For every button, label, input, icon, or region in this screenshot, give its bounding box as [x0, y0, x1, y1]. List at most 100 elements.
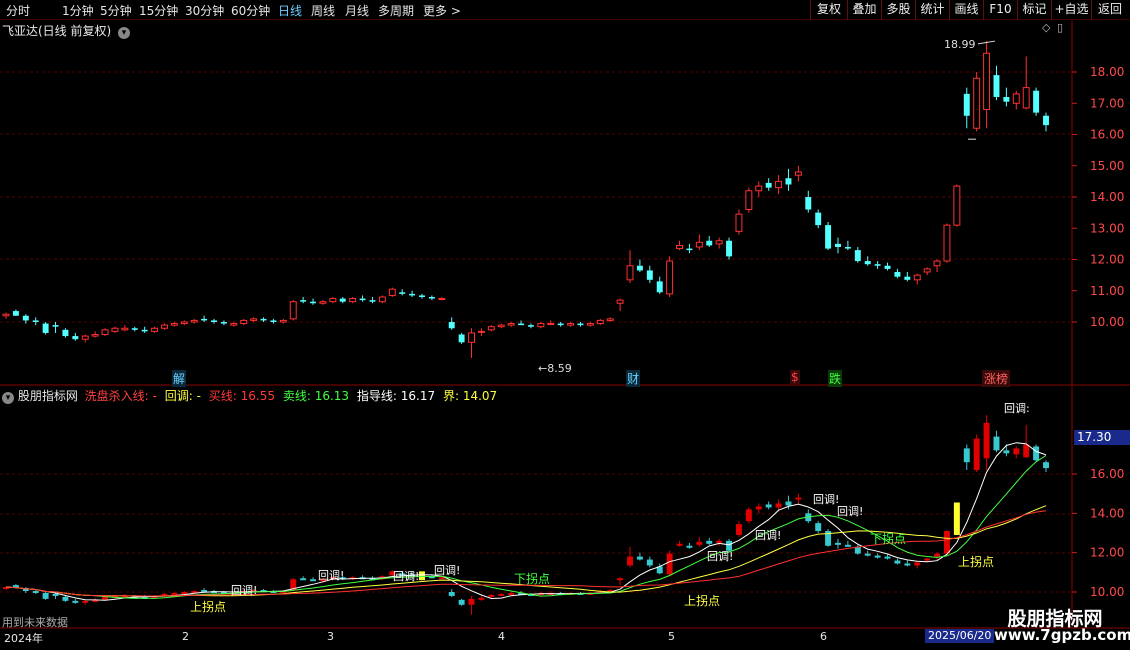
candle-body — [81, 335, 89, 340]
indicator-bar — [914, 562, 921, 566]
indicator-bar — [716, 540, 723, 543]
candle-body — [487, 326, 495, 331]
candle-body — [963, 93, 970, 116]
signal-pullback-short: 回调: — [1004, 402, 1030, 415]
price-tick-label: 13.00 — [1090, 221, 1124, 235]
indicator-bar — [646, 559, 653, 566]
indicator-bar — [627, 556, 633, 566]
indicator-bar — [300, 578, 307, 581]
candle-body — [458, 334, 465, 343]
candle-body — [310, 301, 317, 304]
chevron-down-icon[interactable]: ▾ — [2, 392, 14, 404]
indicator-bar — [82, 600, 89, 603]
time-axis-label: 3 — [327, 630, 334, 643]
signal-up-turn: 上拐点 — [958, 555, 995, 569]
indicator-bar — [478, 597, 485, 600]
candle-body — [755, 185, 763, 192]
candle-body — [695, 241, 703, 248]
candle-body — [448, 322, 455, 329]
guide-value: 16.17 — [400, 389, 436, 403]
indicator-header: ▾ 股朋指标网 洗盘杀入线: - 回调: - 买线: 16.55 卖线: 16.… — [2, 387, 497, 404]
indicator-bar — [448, 592, 455, 596]
sell-label: 卖线: — [282, 389, 311, 403]
candle-body — [874, 264, 881, 266]
indicator-field-pullback: 回调: - — [165, 389, 201, 403]
indicator-bar — [1013, 448, 1020, 455]
candle-body — [616, 299, 624, 304]
candle-body — [329, 298, 337, 303]
candle-body — [794, 171, 802, 176]
event-label-unlock[interactable]: 解 — [172, 370, 187, 387]
indicator-bar — [52, 593, 59, 596]
candle-body — [577, 323, 584, 326]
candle-body — [993, 75, 1000, 97]
candle-body — [32, 320, 39, 322]
candle-body — [973, 77, 981, 129]
panel-mode-icon[interactable]: ▯ — [1057, 21, 1063, 34]
candle-body — [854, 250, 861, 262]
candle-body — [270, 320, 277, 322]
candle-body — [745, 190, 753, 210]
event-label-rank[interactable]: 涨榜 — [982, 370, 1011, 387]
indicator-bar — [755, 506, 762, 510]
signal-down-turn: 下拐点 — [514, 572, 551, 586]
indicator-field-buy: 买线: 16.55 — [209, 389, 275, 403]
time-axis-label: 2 — [182, 630, 189, 643]
candle-body — [507, 323, 515, 326]
candle-body — [101, 329, 109, 335]
candle-body — [785, 178, 792, 185]
indicator-bar — [1043, 462, 1049, 469]
candle-body — [438, 298, 446, 301]
indicator-bar — [864, 553, 871, 556]
candle-body — [606, 318, 614, 321]
indicator-bar — [310, 579, 317, 582]
candle-body — [378, 296, 386, 303]
indicator-field-guide: 指导线: 16.17 — [357, 389, 435, 403]
indicator-bar — [666, 553, 673, 575]
candle-body — [567, 323, 575, 326]
candle-body — [42, 323, 49, 333]
indicator-bar — [102, 596, 109, 600]
candle-body — [240, 319, 248, 325]
candle-body — [12, 311, 19, 316]
indicator-field-bound: 界: 14.07 — [443, 389, 497, 403]
event-label-finance[interactable]: 财 — [626, 370, 641, 387]
candle-body — [230, 323, 238, 326]
candle-body — [815, 212, 822, 226]
indicator-bar — [924, 558, 931, 561]
candle-body — [111, 327, 119, 332]
signal-bar — [419, 571, 425, 581]
indicator-bar — [1003, 450, 1010, 454]
indicator-bar — [815, 523, 822, 532]
candle-body — [497, 324, 505, 328]
low-price-value: 8.59 — [547, 362, 572, 375]
indicator-bar — [963, 448, 970, 463]
stock-title[interactable]: 飞亚达(日线 前复权) — [2, 24, 111, 38]
chevron-down-icon[interactable]: ▾ — [118, 27, 131, 39]
candle-body — [1033, 90, 1040, 113]
candle-body — [399, 292, 406, 294]
candle-body — [557, 323, 564, 326]
washout-label: 洗盘杀入线: — [84, 389, 149, 403]
indicator-bar — [508, 592, 515, 595]
indicator-bar — [735, 524, 742, 535]
price-tick-label: 14.00 — [1090, 190, 1124, 204]
indicator-bar — [795, 497, 802, 500]
indicator-bar — [706, 540, 713, 544]
indicator-bar — [745, 509, 752, 522]
indicator-bar — [765, 504, 772, 508]
event-label-dollar[interactable]: $ — [790, 370, 800, 384]
indicator-bar — [72, 600, 79, 603]
indicator-tick-label: 12.00 — [1090, 546, 1124, 560]
indicator-field-washout: 洗盘杀入线: - — [85, 389, 157, 403]
indicator-bar — [884, 556, 891, 559]
indicator-bar — [696, 541, 703, 545]
event-label-drop[interactable]: 跌 — [828, 370, 843, 387]
signal-pullback: 回调! — [837, 505, 864, 518]
indicator-name[interactable]: 股朋指标网 — [18, 389, 78, 403]
candle-body — [835, 243, 841, 247]
candle-body — [983, 52, 991, 110]
candle-body — [646, 270, 653, 280]
candle-body — [933, 260, 941, 267]
diamond-icon[interactable]: ◇ — [1042, 21, 1050, 34]
